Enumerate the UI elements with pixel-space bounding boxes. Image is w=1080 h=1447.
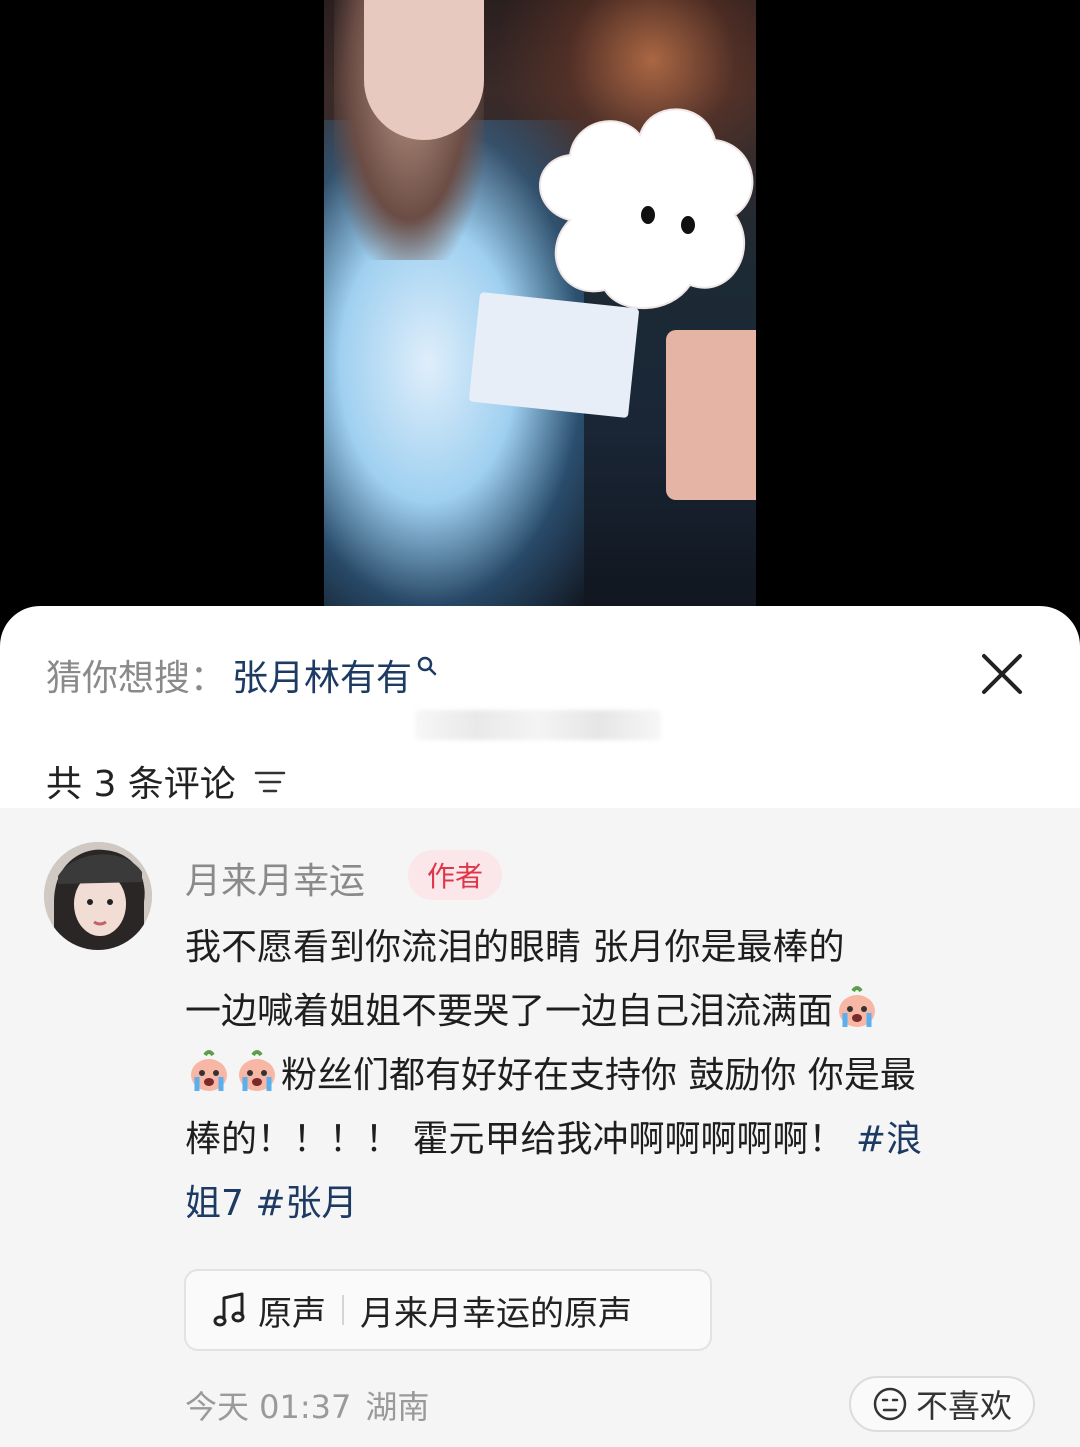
search-suggestion-query[interactable]: 张月林有有	[232, 649, 412, 701]
search-suggestion[interactable]: 猜你想搜： 张月林有有	[46, 649, 438, 701]
username[interactable]: 月来月幸运	[185, 852, 365, 904]
comment-line: 姐7 #张月	[185, 1172, 1025, 1236]
sort-icon[interactable]	[252, 763, 288, 799]
comment-location: 湖南	[365, 1388, 430, 1426]
frown-face-icon	[873, 1387, 907, 1421]
crying-face-emoji	[239, 1050, 275, 1091]
dislike-button[interactable]: 不喜欢	[849, 1376, 1035, 1432]
sound-title: 月来月幸运的原声	[360, 1293, 632, 1334]
comment-line: 棒的！！！！ 霍元甲给我冲啊啊啊啊啊！ #浪	[185, 1108, 1025, 1172]
comment-count: 共 3 条评论	[46, 764, 236, 805]
blurred-placeholder	[415, 710, 661, 740]
hashtag-link[interactable]: 姐7	[185, 1183, 244, 1224]
crying-face-emoji	[839, 986, 876, 1027]
background-person	[666, 330, 756, 500]
original-sound-chip[interactable]: 原声 月来月幸运的原声	[184, 1269, 712, 1351]
search-suggestion-label: 猜你想搜：	[46, 658, 227, 699]
comment-line: 我不愿看到你流泪的眼睛 张月你是最棒的	[185, 927, 845, 968]
sound-label: 原声	[258, 1293, 326, 1334]
hashtag-link[interactable]: #浪	[856, 1119, 922, 1160]
comment-line: 一边喊着姐姐不要哭了一边自己泪流满面	[185, 980, 1025, 1044]
comment-time: 今天 01:37	[185, 1388, 352, 1426]
comments-sheet: 猜你想搜： 张月林有有 共 3 条评论 月来月幸运 作者 我不愿看到你流泪的眼睛…	[0, 606, 1080, 1447]
comment-line: 粉丝们都有好好在支持你 鼓励你 你是最	[185, 1044, 1025, 1108]
music-note-icon	[213, 1292, 245, 1327]
comment-text: 我不愿看到你流泪的眼睛 张月你是最棒的 一边喊着姐姐不要哭了一边自己泪流满面 粉…	[185, 916, 1025, 1236]
comment-text-part: 棒的！！！！ 霍元甲给我冲啊啊啊啊啊！	[185, 1119, 845, 1160]
dislike-label: 不喜欢	[915, 1387, 1012, 1425]
avatar[interactable]	[44, 842, 152, 950]
avatar-image	[44, 842, 152, 950]
divider	[342, 1295, 344, 1325]
comment-item: 月来月幸运 作者 我不愿看到你流泪的眼睛 张月你是最棒的 一边喊着姐姐不要哭了一…	[0, 808, 1080, 1447]
author-badge: 作者	[408, 850, 502, 900]
person-face	[364, 0, 484, 140]
comment-count-row[interactable]: 共 3 条评论	[46, 756, 288, 806]
comment-text-part: 一边喊着姐姐不要哭了一边自己泪流满面	[185, 991, 834, 1032]
cloud-mask-sticker	[539, 108, 754, 310]
video-player[interactable]	[0, 0, 1080, 640]
close-icon[interactable]	[976, 648, 1028, 700]
search-icon[interactable]	[416, 655, 438, 677]
comment-text-part: 粉丝们都有好好在支持你 鼓励你 你是最	[281, 1055, 916, 1096]
crying-face-emoji	[191, 1050, 227, 1091]
hashtag-link[interactable]: #张月	[255, 1183, 357, 1224]
comment-meta: 今天 01:37 湖南	[185, 1382, 429, 1428]
